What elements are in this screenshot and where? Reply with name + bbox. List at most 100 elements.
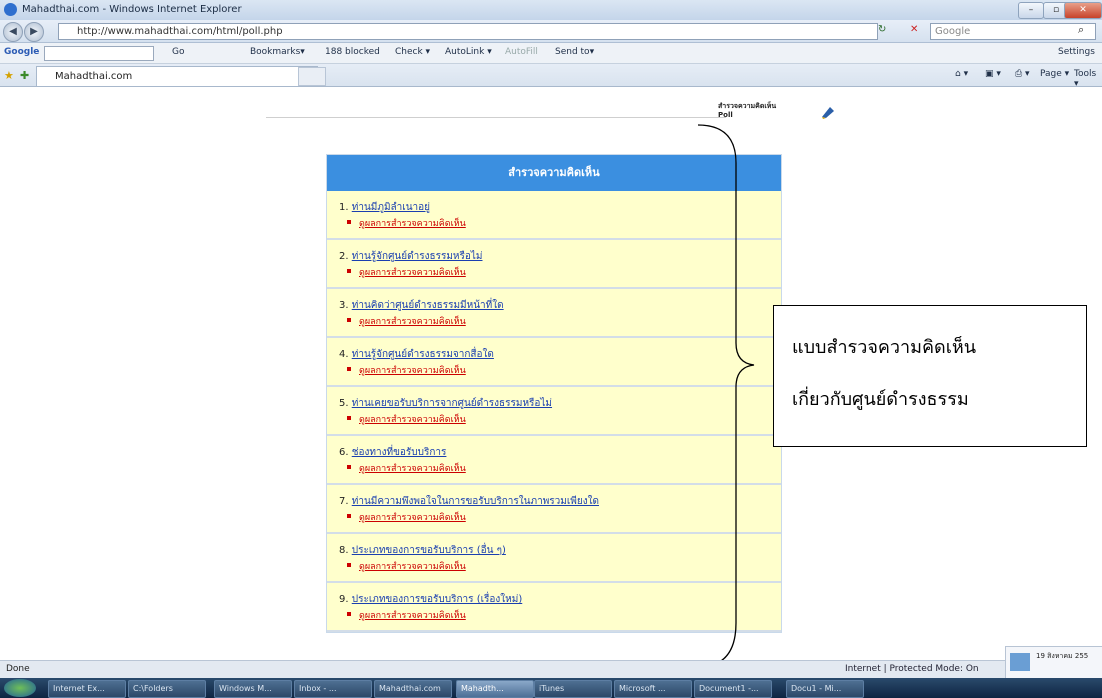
window-title-bar: Mahadthai.com - Windows Internet Explore… xyxy=(0,0,1102,21)
url-field[interactable]: http://www.mahadthai.com/html/poll.php xyxy=(58,23,878,40)
notification-icon xyxy=(1010,653,1030,671)
search-field[interactable]: Google xyxy=(930,23,1096,40)
poll-heading-en: Poll xyxy=(718,111,733,119)
view-results-link[interactable]: ดูผลการสำรวจความคิดเห็น xyxy=(359,461,466,475)
taskbar-item[interactable]: C:\Folders xyxy=(128,680,206,698)
view-results-link[interactable]: ดูผลการสำรวจความคิดเห็น xyxy=(359,314,466,328)
poll-heading-thai: สำรวจความคิดเห็น xyxy=(718,102,777,110)
google-brand: Google xyxy=(4,47,40,57)
view-results-link[interactable]: ดูผลการสำรวจความคิดเห็น xyxy=(359,363,466,377)
back-icon[interactable]: ◀ xyxy=(3,22,23,42)
settings-button[interactable]: Settings xyxy=(1058,47,1095,57)
taskbar-item[interactable]: iTunes xyxy=(534,680,612,698)
minimize-button[interactable]: – xyxy=(1018,2,1044,19)
bullet-icon xyxy=(347,563,351,567)
question-link[interactable]: ท่านมีภูมิลำเนาอยู่ xyxy=(352,202,430,213)
poll-question: 2. ท่านรู้จักศูนย์ดำรงธรรมหรือไม่ xyxy=(339,249,483,264)
bullet-icon xyxy=(347,465,351,469)
bookmarks-button[interactable]: Bookmarks▾ xyxy=(250,47,305,57)
search-icon[interactable]: ⌕ xyxy=(1078,23,1084,37)
question-number: 4. xyxy=(339,349,349,360)
view-results-link[interactable]: ดูผลการสำรวจความคิดเห็น xyxy=(359,608,466,622)
autofill-button[interactable]: AutoFill xyxy=(505,47,538,57)
sendto-button[interactable]: Send to▾ xyxy=(555,47,594,57)
google-toolbar: Google Go Bookmarks▾ 188 blocked Check ▾… xyxy=(0,43,1102,64)
question-link[interactable]: ท่านมีความพึงพอใจในการขอรับบริการในภาพรว… xyxy=(352,496,599,507)
question-number: 2. xyxy=(339,251,349,262)
security-zone: Internet | Protected Mode: On xyxy=(845,664,979,674)
bullet-icon xyxy=(347,269,351,273)
question-number: 5. xyxy=(339,398,349,409)
bullet-icon xyxy=(347,318,351,322)
question-link[interactable]: ท่านรู้จักศูนย์ดำรงธรรมหรือไม่ xyxy=(352,251,483,262)
taskbar: Internet Ex... C:\Folders Windows M... Inbo… xyxy=(0,678,1102,698)
tools-menu[interactable]: Tools ▾ xyxy=(1074,69,1102,89)
notification-text: 19 สิงหาคม 255 xyxy=(1036,652,1089,660)
go-button[interactable]: Go xyxy=(172,47,184,57)
poll-heading: สำรวจความคิดเห็น Poll xyxy=(718,102,776,120)
bullet-icon xyxy=(347,367,351,371)
tab-mahadthai[interactable]: Mahadthai.com xyxy=(36,66,318,86)
close-button[interactable]: ✕ xyxy=(1064,2,1102,19)
view-results-link[interactable]: ดูผลการสำรวจความคิดเห็น xyxy=(359,559,466,573)
bullet-icon xyxy=(347,416,351,420)
forward-icon[interactable]: ▶ xyxy=(24,22,44,42)
question-link[interactable]: ท่านรู้จักศูนย์ดำรงธรรมจากสื่อใด xyxy=(352,349,494,360)
question-link[interactable]: ท่านคิดว่าศูนย์ดำรงธรรมมีหน้าที่ใด xyxy=(352,300,504,311)
address-toolbar: ◀ ▶ http://www.mahadthai.com/html/poll.p… xyxy=(0,20,1102,43)
favorites-star-icon[interactable]: ★ xyxy=(4,69,14,82)
print-icon[interactable]: ⎙ ▾ xyxy=(1015,69,1030,79)
bullet-icon xyxy=(347,612,351,616)
taskbar-item[interactable]: Windows M... xyxy=(214,680,292,698)
page-menu[interactable]: Page ▾ xyxy=(1040,69,1069,79)
poll-question: 5. ท่านเคยขอรับบริการจากศูนย์ดำรงธรรมหรื… xyxy=(339,396,552,411)
question-link[interactable]: ประเภทของการขอรับบริการ (เรื่องใหม่) xyxy=(352,594,523,605)
poll-question: 8. ประเภทของการขอรับบริการ (อื่น ๆ) xyxy=(339,543,506,558)
taskbar-item[interactable]: Internet Ex... xyxy=(48,680,126,698)
poll-question: 1. ท่านมีภูมิลำเนาอยู่ xyxy=(339,200,430,215)
poll-question: 6. ช่องทางที่ขอรับบริการ xyxy=(339,445,446,460)
taskbar-item[interactable]: Microsoft ... xyxy=(614,680,692,698)
taskbar-item[interactable]: Document1 -... xyxy=(694,680,772,698)
question-number: 8. xyxy=(339,545,349,556)
question-number: 6. xyxy=(339,447,349,458)
view-results-link[interactable]: ดูผลการสำรวจความคิดเห็น xyxy=(359,510,466,524)
bullet-icon xyxy=(347,514,351,518)
question-link[interactable]: ช่องทางที่ขอรับบริการ xyxy=(352,447,447,458)
poll-question: 9. ประเภทของการขอรับบริการ (เรื่องใหม่) xyxy=(339,592,522,607)
refresh-icon[interactable]: ↻ xyxy=(878,24,886,35)
status-text: Done xyxy=(6,664,30,674)
tab-bar: ★ ✚ Mahadthai.com ⌂ ▾ ▣ ▾ ⎙ ▾ Page ▾ Too… xyxy=(0,64,1102,89)
home-icon[interactable]: ⌂ ▾ xyxy=(955,69,968,79)
taskbar-item[interactable]: Inbox - ... xyxy=(294,680,372,698)
taskbar-item[interactable]: Docu1 - Mi... xyxy=(786,680,864,698)
callout-line-1: แบบสำรวจความคิดเห็น xyxy=(792,337,977,358)
notification-popup[interactable]: 19 สิงหาคม 255 xyxy=(1005,646,1102,680)
taskbar-item[interactable]: Mahadthai.com xyxy=(374,680,452,698)
annotation-callout: แบบสำรวจความคิดเห็น เกี่ยวกับศูนย์ดำรงธร… xyxy=(773,305,1087,447)
question-link[interactable]: ประเภทของการขอรับบริการ (อื่น ๆ) xyxy=(352,545,506,556)
pen-icon xyxy=(822,107,834,119)
divider xyxy=(266,117,726,118)
view-results-link[interactable]: ดูผลการสำรวจความคิดเห็น xyxy=(359,265,466,279)
status-bar: Done Internet | Protected Mode: On xyxy=(0,660,1102,679)
start-button[interactable] xyxy=(4,679,36,697)
taskbar-item[interactable]: Mahadth... xyxy=(456,680,534,698)
window-title: Mahadthai.com - Windows Internet Explore… xyxy=(22,4,242,15)
feeds-icon[interactable]: ▣ ▾ xyxy=(985,69,1001,79)
view-results-link[interactable]: ดูผลการสำรวจความคิดเห็น xyxy=(359,216,466,230)
poll-question: 4. ท่านรู้จักศูนย์ดำรงธรรมจากสื่อใด xyxy=(339,347,494,362)
google-search-input[interactable] xyxy=(44,46,154,61)
autolink-button[interactable]: AutoLink ▾ xyxy=(445,47,492,57)
poll-question: 7. ท่านมีความพึงพอใจในการขอรับบริการในภา… xyxy=(339,494,599,509)
check-button[interactable]: Check ▾ xyxy=(395,47,430,57)
poll-question: 3. ท่านคิดว่าศูนย์ดำรงธรรมมีหน้าที่ใด xyxy=(339,298,504,313)
new-tab-button[interactable] xyxy=(298,67,326,86)
popup-blocked-button[interactable]: 188 blocked xyxy=(325,47,380,57)
view-results-link[interactable]: ดูผลการสำรวจความคิดเห็น xyxy=(359,412,466,426)
question-link[interactable]: ท่านเคยขอรับบริการจากศูนย์ดำรงธรรมหรือไม… xyxy=(352,398,552,409)
stop-icon[interactable]: ✕ xyxy=(910,24,918,35)
ie-icon xyxy=(4,3,17,16)
add-favorites-icon[interactable]: ✚ xyxy=(20,69,29,82)
callout-line-2: เกี่ยวกับศูนย์ดำรงธรรม xyxy=(792,389,969,410)
